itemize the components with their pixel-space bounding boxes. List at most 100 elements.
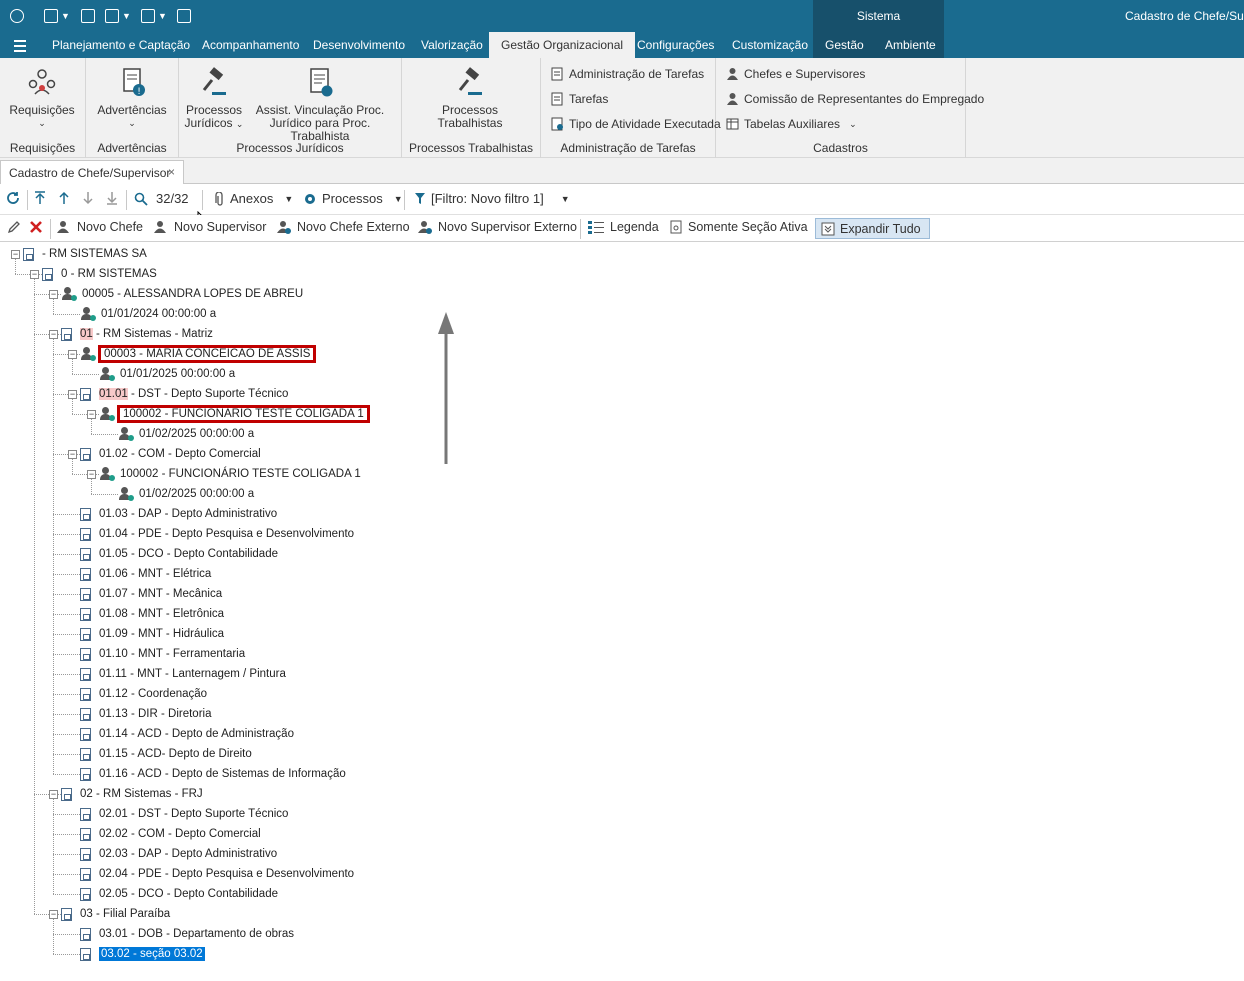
tree-node[interactable]: 02.04 - PDE - Depto Pesquisa e Desenvolv… bbox=[80, 864, 354, 884]
window-menu[interactable]: ▼ bbox=[105, 7, 131, 25]
menu-gestao-organizacional[interactable]: Gestão Organizacional bbox=[489, 32, 636, 58]
novo-supervisor-button[interactable]: Novo Supervisor bbox=[154, 220, 266, 234]
tree-node[interactable]: 01/02/2025 00:00:00 a bbox=[118, 484, 254, 504]
home-menu[interactable]: ▼ bbox=[141, 7, 167, 25]
filter-dropdown[interactable]: [Filtro: Novo filtro 1] ▼ bbox=[414, 191, 570, 206]
processos-trabalhistas-button[interactable]: Processos Trabalhistas bbox=[432, 66, 508, 130]
tree-node[interactable]: 00005 - ALESSANDRA LOPES DE ABREU bbox=[61, 284, 303, 304]
tarefas-button[interactable]: Tarefas bbox=[551, 90, 608, 108]
hamburger-menu-icon[interactable] bbox=[14, 40, 26, 52]
last-record-button[interactable] bbox=[106, 191, 118, 205]
collapse-toggle-icon[interactable]: − bbox=[49, 790, 58, 799]
expandir-tudo-button[interactable]: Expandir Tudo bbox=[815, 218, 930, 239]
tree-node[interactable]: 01.11 - MNT - Lanternagem / Pintura bbox=[80, 664, 286, 684]
tree-connector bbox=[53, 754, 80, 755]
edit-button[interactable] bbox=[7, 220, 21, 234]
tree-node[interactable]: 01.02 - COM - Depto Comercial bbox=[80, 444, 261, 464]
anexos-dropdown[interactable]: Anexos ▼ bbox=[215, 191, 293, 206]
menu-desenvolvimento[interactable]: Desenvolvimento bbox=[313, 38, 405, 52]
tree-node-label: 01.04 - PDE - Depto Pesquisa e Desenvolv… bbox=[99, 528, 355, 540]
tree-node[interactable]: 03.02 - seção 03.02 bbox=[80, 944, 205, 964]
tree-node[interactable]: 01.07 - MNT - Mecânica bbox=[80, 584, 222, 604]
tree-node[interactable]: 00003 - MARIA CONCEICAO DE ASSIS bbox=[80, 344, 317, 364]
tab-cadastro-chefe-supervisor[interactable]: Cadastro de Chefe/Supervisor × bbox=[0, 160, 184, 184]
tree-node[interactable]: 02 - RM Sistemas - FRJ bbox=[61, 784, 203, 804]
tree-node[interactable]: 01.14 - ACD - Depto de Administração bbox=[80, 724, 294, 744]
refresh-button[interactable] bbox=[6, 191, 20, 205]
tree-node[interactable]: - RM SISTEMAS SA bbox=[23, 244, 147, 264]
tree-node[interactable]: 02.03 - DAP - Depto Administrativo bbox=[80, 844, 277, 864]
novo-chefe-externo-button[interactable]: Novo Chefe Externo bbox=[277, 220, 410, 234]
collapse-toggle-icon[interactable]: − bbox=[49, 330, 58, 339]
tree-node[interactable]: 01.13 - DIR - Diretoria bbox=[80, 704, 211, 724]
tree-node[interactable]: 02.01 - DST - Depto Suporte Técnico bbox=[80, 804, 288, 824]
collapse-toggle-icon[interactable]: − bbox=[30, 270, 39, 279]
menu-valorizacao[interactable]: Valorização bbox=[421, 38, 483, 52]
novo-chefe-button[interactable]: Novo Chefe bbox=[57, 220, 143, 234]
delete-button[interactable] bbox=[29, 220, 43, 234]
chefes-supervisores-button[interactable]: Chefes e Supervisores bbox=[726, 65, 865, 83]
collapse-toggle-icon[interactable]: − bbox=[68, 390, 77, 399]
first-record-button[interactable] bbox=[34, 191, 46, 205]
tree-node[interactable]: 01.03 - DAP - Depto Administrativo bbox=[80, 504, 277, 524]
menu-ambiente[interactable]: Ambiente bbox=[885, 38, 936, 52]
novo-supervisor-externo-button[interactable]: Novo Supervisor Externo bbox=[418, 220, 577, 234]
tree-node[interactable]: 01.06 - MNT - Elétrica bbox=[80, 564, 211, 584]
tree-node[interactable]: 02.02 - COM - Depto Comercial bbox=[80, 824, 261, 844]
comissao-representantes-button[interactable]: Comissão de Representantes do Empregado bbox=[726, 90, 984, 108]
tree-node[interactable]: 01.04 - PDE - Depto Pesquisa e Desenvolv… bbox=[80, 524, 354, 544]
collapse-toggle-icon[interactable]: − bbox=[68, 450, 77, 459]
tree-node[interactable]: 03 - Filial Paraíba bbox=[61, 904, 170, 924]
tree-node[interactable]: 01.05 - DCO - Depto Contabilidade bbox=[80, 544, 278, 564]
previous-record-button[interactable] bbox=[58, 191, 70, 205]
collapse-toggle-icon[interactable]: − bbox=[68, 350, 77, 359]
view-button[interactable] bbox=[81, 7, 95, 25]
system-tab[interactable]: Sistema bbox=[813, 9, 944, 23]
tree-node[interactable]: 01.01 - DST - Depto Suporte Técnico bbox=[80, 384, 288, 404]
somente-secao-ativa-button[interactable]: Somente Seção Ativa bbox=[670, 220, 808, 234]
tree-node[interactable]: 0 - RM SISTEMAS bbox=[42, 264, 157, 284]
tabelas-auxiliares-button[interactable]: Tabelas Auxiliares ⌄ bbox=[726, 115, 857, 133]
assist-vinculacao-button[interactable]: Assist. Vinculação Proc. Jurídico para P… bbox=[245, 66, 395, 143]
tree-node[interactable]: 01.08 - MNT - Eletrônica bbox=[80, 604, 224, 624]
org-chart-menu[interactable]: ▼ bbox=[44, 7, 70, 25]
tree-node[interactable]: 01/01/2025 00:00:00 a bbox=[99, 364, 235, 384]
search-records-button[interactable]: 32/32 bbox=[134, 191, 189, 206]
advertencias-button[interactable]: ! Advertências ⌄ bbox=[94, 66, 170, 130]
menu-configuracoes[interactable]: Configurações bbox=[637, 38, 714, 52]
requisicoes-button[interactable]: Requisições ⌄ bbox=[8, 66, 76, 130]
close-icon[interactable]: × bbox=[168, 165, 175, 179]
tipo-atividade-button[interactable]: Tipo de Atividade Executada bbox=[551, 115, 721, 133]
collapse-toggle-icon[interactable]: − bbox=[87, 470, 96, 479]
menu-planejamento[interactable]: Planejamento e Captação bbox=[52, 38, 190, 52]
tree-node[interactable]: 01/01/2024 00:00:00 a bbox=[80, 304, 216, 324]
tree-node[interactable]: 01.12 - Coordenação bbox=[80, 684, 207, 704]
collapse-toggle-icon[interactable]: − bbox=[49, 290, 58, 299]
menu-acompanhamento[interactable]: Acompanhamento bbox=[202, 38, 299, 52]
tree-node[interactable]: 02.05 - DCO - Depto Contabilidade bbox=[80, 884, 278, 904]
search-icon bbox=[134, 192, 148, 206]
tree-node[interactable]: 03.01 - DOB - Departamento de obras bbox=[80, 924, 294, 944]
collapse-toggle-icon[interactable]: − bbox=[87, 410, 96, 419]
tree-node[interactable]: 100002 - FUNCIONÁRIO TESTE COLIGADA 1 bbox=[99, 464, 361, 484]
tree-node[interactable]: 01.15 - ACD- Depto de Direito bbox=[80, 744, 252, 764]
processos-juridicos-button[interactable]: Processos Jurídicos ⌄ bbox=[183, 66, 245, 131]
tree-node[interactable]: 100002 - FUNCIONARIO TESTE COLIGADA 1 bbox=[99, 404, 370, 424]
administracao-tarefas-button[interactable]: Administração de Tarefas bbox=[551, 65, 704, 83]
tree-node[interactable]: 01/02/2025 00:00:00 a bbox=[118, 424, 254, 444]
next-record-button[interactable] bbox=[82, 191, 94, 205]
tree-node[interactable]: 01.10 - MNT - Ferramentaria bbox=[80, 644, 245, 664]
expandir-tudo-label: Expandir Tudo bbox=[840, 222, 921, 236]
app-logo-icon[interactable] bbox=[10, 9, 24, 23]
processos-dropdown[interactable]: Processos ▼ bbox=[303, 191, 403, 206]
menu-gestao[interactable]: Gestão bbox=[825, 38, 864, 52]
legenda-button[interactable]: Legenda bbox=[588, 220, 659, 234]
collapse-toggle-icon[interactable]: − bbox=[49, 910, 58, 919]
tree-node[interactable]: 01.09 - MNT - Hidráulica bbox=[80, 624, 224, 644]
tree-connector bbox=[91, 418, 92, 434]
menu-customizacao[interactable]: Customização bbox=[732, 38, 808, 52]
grid-button[interactable] bbox=[177, 7, 191, 25]
collapse-toggle-icon[interactable]: − bbox=[11, 250, 20, 259]
tree-node[interactable]: 01.16 - ACD - Depto de Sistemas de Infor… bbox=[80, 764, 346, 784]
tree-node[interactable]: 01 - RM Sistemas - Matriz bbox=[61, 324, 213, 344]
